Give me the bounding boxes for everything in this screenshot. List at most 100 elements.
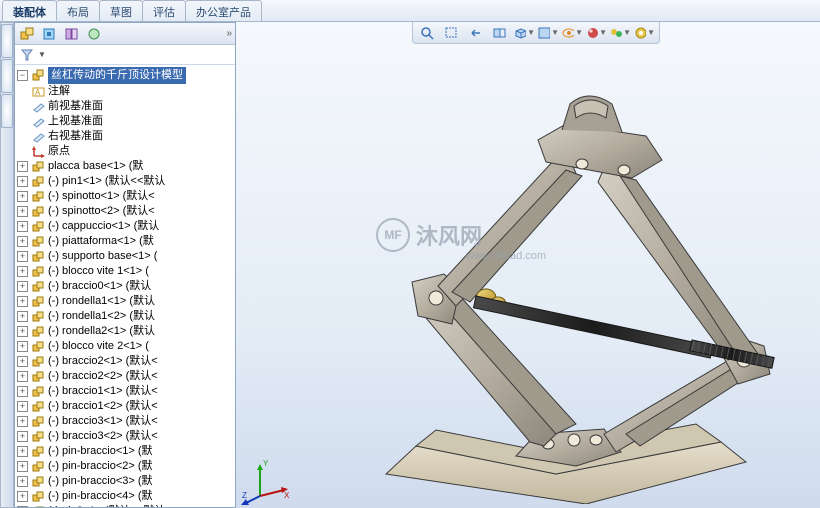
zoom-fit-icon[interactable] [417,24,439,42]
tree-component[interactable]: +(-) pin-braccio<3> (默 [17,474,235,489]
expand-icon[interactable]: + [17,461,28,472]
expand-icon[interactable]: + [17,296,28,307]
expand-icon[interactable]: + [17,431,28,442]
tree-component[interactable]: +(-) braccio3<2> (默认< [17,429,235,444]
expand-icon[interactable]: + [17,176,28,187]
expand-icon[interactable]: + [17,326,28,337]
expand-icon[interactable]: + [17,161,28,172]
prev-view-icon[interactable] [465,24,487,42]
tree-node[interactable]: 右视基准面 [17,129,235,144]
tree-component[interactable]: + (-) piattaforma<1> (默 [17,234,235,249]
display-icon[interactable] [84,25,104,43]
tree-component[interactable]: +(-) rondella2<1> (默认 [17,324,235,339]
view-orient-icon[interactable]: ▼ [513,24,535,42]
tree-component[interactable]: +(-) supporto base<1> ( [17,249,235,264]
assembly-icon[interactable] [18,25,38,43]
tree-component[interactable]: +(-) cappuccio<1> (默认 [17,219,235,234]
expand-icon[interactable]: + [17,221,28,232]
tab-label: 评估 [153,7,175,19]
expand-icon[interactable]: + [17,506,28,507]
properties-icon[interactable] [62,25,82,43]
tree-component[interactable]: +(-) blocco vite 1<1> ( [17,264,235,279]
tree-component[interactable]: + (-) braccio0<1> (默认 [17,279,235,294]
tree-component[interactable]: + (-) braccio2<2> (默认< [17,369,235,384]
expand-icon[interactable]: + [17,371,28,382]
tab-evaluate[interactable]: 评估 [142,0,186,21]
expand-icon[interactable]: + [17,356,28,367]
tree-component[interactable]: +(-) pin-braccio<1> (默 [17,444,235,459]
expand-icon[interactable]: + [17,341,28,352]
chevron-down-icon: ▼ [575,28,583,37]
filter-dropdown-arrow-icon[interactable]: ▼ [38,50,46,59]
chevron-down-icon: ▼ [647,28,655,37]
expand-icon[interactable]: + [17,266,28,277]
command-manager-tabs: 装配体 布局 草图 评估 办公室产品 [0,0,820,22]
expand-icon[interactable]: + [17,281,28,292]
hide-show-icon[interactable]: ▼ [561,24,583,42]
tree-component[interactable]: +(-) pin-braccio<4> (默 [17,489,235,504]
part-icon [31,250,46,263]
tree-component[interactable]: +(-) spinotto<2> (默认< [17,204,235,219]
scene-icon[interactable]: ▼ [585,24,607,42]
expand-icon[interactable]: + [17,386,28,397]
tree-component[interactable]: +placca base<1> (默 [17,159,235,174]
panel-menu-chevron-icon[interactable]: » [226,28,232,39]
tree-node[interactable]: 上视基准面 [17,114,235,129]
expand-icon[interactable]: + [17,251,28,262]
expand-icon[interactable]: + [17,191,28,202]
expand-icon[interactable]: + [17,476,28,487]
tree-component[interactable]: +(-) spinotto<1> (默认< [17,189,235,204]
part-icon [31,400,46,413]
tree-root[interactable]: − 丝杠传动的千斤顶设计模型 [17,67,235,84]
taskpane-tab-3[interactable] [1,94,13,128]
section-icon[interactable] [489,24,511,42]
tree-component[interactable]: +(-) braccio3<1> (默认< [17,414,235,429]
part-icon [31,310,46,323]
zoom-area-icon[interactable] [441,24,463,42]
tab-office[interactable]: 办公室产品 [185,0,262,21]
funnel-icon[interactable] [19,48,34,61]
part-icon [31,385,46,398]
settings-icon[interactable]: ▼ [633,24,655,42]
expand-icon[interactable]: + [17,236,28,247]
tab-layout[interactable]: 布局 [56,0,100,21]
tree-component[interactable]: +(-) pin2<1> (默认<<默认 [17,504,235,507]
tree-node[interactable]: A注解 [17,84,235,99]
taskpane-tab-2[interactable] [1,59,13,93]
tree-node[interactable]: 原点 [17,144,235,159]
part-icon [31,265,46,278]
tree-component[interactable]: +(-) braccio2<1> (默认< [17,354,235,369]
tree-component[interactable]: +(-) rondella1<1> (默认 [17,294,235,309]
collapse-icon[interactable]: − [17,70,28,81]
origin-icon [31,145,46,158]
expand-icon[interactable]: + [17,491,28,502]
expand-icon[interactable]: + [17,401,28,412]
part-icon [31,505,46,507]
component-label: (-) braccio0<1> (默认 [48,279,151,294]
watermark-text: 沐风网 [416,219,482,251]
orientation-triad[interactable]: Y X Z [240,456,290,506]
graphics-viewport[interactable]: ▼ ▼ ▼ ▼ ▼ ▼ [236,22,820,508]
tree-component[interactable]: +(-) blocco vite 2<1> ( [17,339,235,354]
view-toolbar: ▼ ▼ ▼ ▼ ▼ ▼ [412,22,660,44]
tab-sketch[interactable]: 草图 [99,0,143,21]
part-icon [31,160,46,173]
taskpane-tab-1[interactable] [1,24,13,58]
expand-icon[interactable]: + [17,311,28,322]
component-label: (-) braccio2<2> (默认< [48,369,158,384]
tree-component[interactable]: +(-) pin-braccio<2> (默 [17,459,235,474]
tree-component[interactable]: +(-) braccio1<1> (默认< [17,384,235,399]
tree-component[interactable]: +(-) rondella1<2> (默认 [17,309,235,324]
tree-component[interactable]: +(-) braccio1<2> (默认< [17,399,235,414]
expand-icon[interactable]: + [17,206,28,217]
feature-tree[interactable]: − 丝杠传动的千斤顶设计模型 A注解前视基准面上视基准面右视基准面原点 +pla… [15,65,235,507]
tree-component[interactable]: +(-) pin1<1> (默认<<默认 [17,174,235,189]
display-style-icon[interactable]: ▼ [537,24,559,42]
appearance-icon[interactable]: ▼ [609,24,631,42]
component-label: (-) piattaforma<1> (默 [48,234,154,249]
tab-assembly[interactable]: 装配体 [2,0,57,21]
expand-icon[interactable]: + [17,446,28,457]
tree-node[interactable]: 前视基准面 [17,99,235,114]
expand-icon[interactable]: + [17,416,28,427]
configs-icon[interactable] [40,25,60,43]
